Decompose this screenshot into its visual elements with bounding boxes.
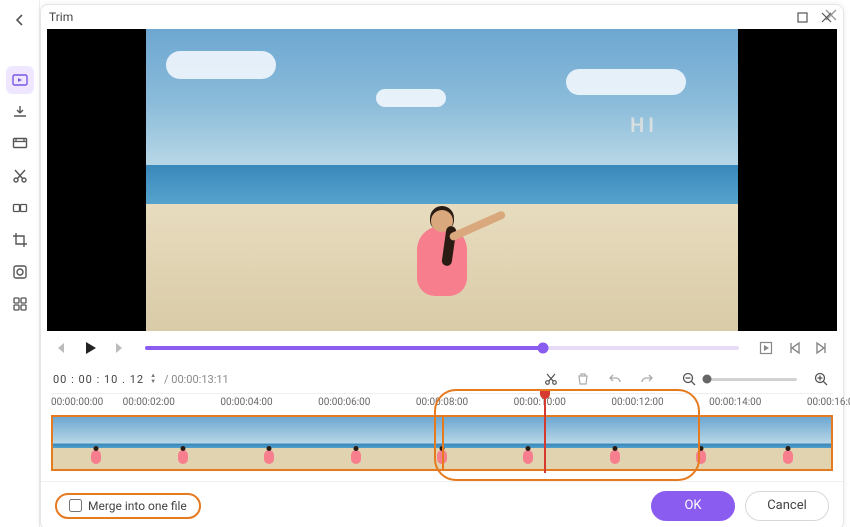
current-time-value: 00 : 00 : 10 . 12	[53, 373, 144, 386]
tab-crop[interactable]	[6, 226, 34, 254]
ruler-tick: 00:00:06:00	[318, 397, 370, 408]
set-in-point-button[interactable]	[755, 337, 777, 359]
maximize-button[interactable]	[793, 8, 811, 26]
timeline-thumbnail	[312, 417, 398, 469]
play-button[interactable]	[79, 337, 101, 359]
zoom-in-button[interactable]	[811, 369, 831, 389]
close-button[interactable]	[817, 8, 835, 26]
merge-label[interactable]: Merge into one file	[88, 499, 187, 513]
merge-checkbox[interactable]	[69, 499, 82, 512]
segment-divider	[442, 415, 444, 471]
timeline-thumbnail	[745, 417, 831, 469]
timeline-thumbnail	[658, 417, 744, 469]
cancel-button[interactable]: Cancel	[745, 491, 829, 521]
tab-downloader[interactable]	[6, 98, 34, 126]
left-sidebar	[0, 0, 40, 527]
ruler-tick: 00:00:08:00	[416, 397, 468, 408]
ruler-tick: 00:00:02:00	[123, 397, 175, 408]
ruler-tick: 00:00:00:00	[51, 397, 103, 408]
ok-button[interactable]: OK	[651, 491, 735, 521]
tab-merge[interactable]	[6, 194, 34, 222]
tab-recorder[interactable]	[6, 258, 34, 286]
ruler-tick: 00:00:04:00	[220, 397, 272, 408]
titlebar: Trim	[41, 5, 843, 29]
window-title: Trim	[49, 10, 73, 24]
ruler-tick: 00:00:10:00	[514, 397, 566, 408]
tab-toolbox[interactable]	[6, 290, 34, 318]
timeline-thumbnail	[226, 417, 312, 469]
redo-button[interactable]	[637, 369, 657, 389]
trim-panel: Trim HI	[40, 4, 844, 527]
undo-button[interactable]	[605, 369, 625, 389]
time-row: 00 : 00 : 10 . 12 ▲ ▼ / 00:00:13:11	[41, 365, 843, 393]
tab-converter[interactable]	[6, 66, 34, 94]
tab-player[interactable]	[6, 130, 34, 158]
skip-end-button[interactable]	[811, 337, 833, 359]
timeline-thumbnail	[53, 417, 139, 469]
ruler-tick: 00:00:12:00	[611, 397, 663, 408]
timeline-thumbnail	[572, 417, 658, 469]
zoom-slider[interactable]	[707, 378, 797, 381]
timeline-thumbnail	[139, 417, 225, 469]
video-preview[interactable]: HI	[146, 29, 738, 331]
overlay-text: HI	[630, 113, 658, 137]
preview-area: HI	[47, 29, 837, 331]
cut-button[interactable]	[541, 369, 561, 389]
footer: Merge into one file OK Cancel	[41, 481, 843, 527]
seek-slider[interactable]	[145, 337, 739, 359]
timeline-ruler: 00:00:00:00 00:00:02:00 00:00:04:00 00:00:0…	[51, 393, 833, 413]
delete-segment-button[interactable]	[573, 369, 593, 389]
total-time: / 00:00:13:11	[164, 373, 229, 386]
annotation-highlight-merge: Merge into one file	[55, 493, 201, 519]
skip-start-button[interactable]	[783, 337, 805, 359]
back-button[interactable]	[6, 6, 34, 34]
playhead[interactable]	[544, 397, 546, 473]
zoom-control	[673, 369, 831, 389]
timeline-thumbnail	[485, 417, 571, 469]
current-time-field[interactable]: 00 : 00 : 10 . 12 ▲ ▼	[53, 373, 156, 386]
ruler-tick: 00:00:16:00	[807, 397, 850, 408]
next-frame-button[interactable]	[107, 337, 129, 359]
zoom-out-button[interactable]	[679, 369, 699, 389]
timeline[interactable]	[51, 415, 833, 471]
tab-trim[interactable]	[6, 162, 34, 190]
ruler-tick: 00:00:14:00	[709, 397, 761, 408]
playback-controls	[41, 331, 843, 365]
time-step-down[interactable]: ▼	[150, 379, 156, 385]
prev-frame-button[interactable]	[51, 337, 73, 359]
